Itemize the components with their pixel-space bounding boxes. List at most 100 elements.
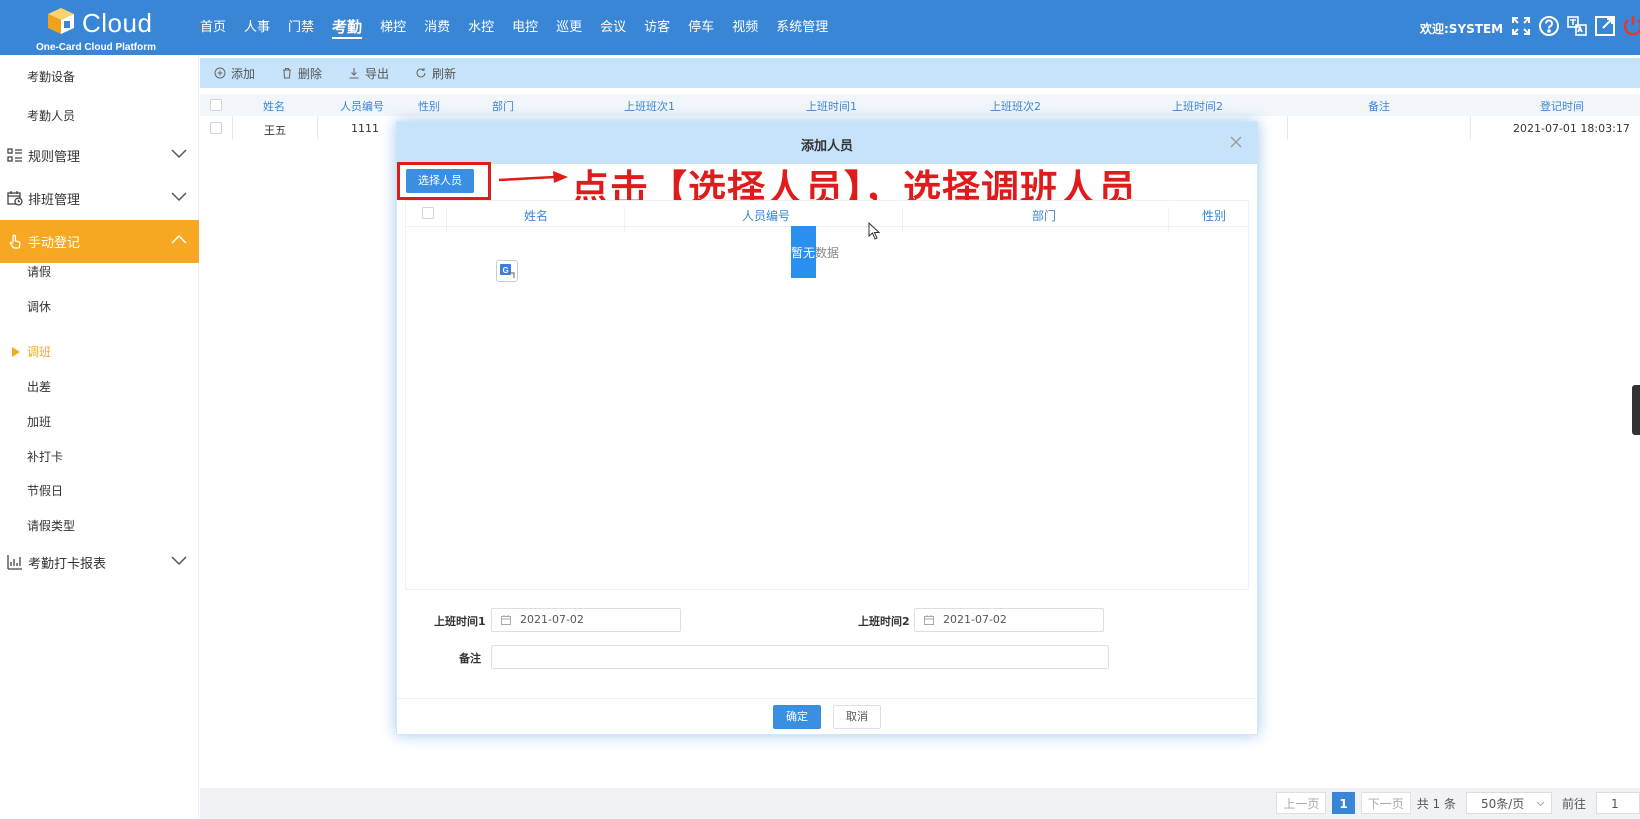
sidebar-group-schedule[interactable]: 排班管理 bbox=[0, 178, 199, 218]
column-header-work-time1[interactable]: 上班时间1 bbox=[806, 98, 857, 114]
sidebar-item-punch-supplement[interactable]: 补打卡 bbox=[27, 448, 63, 465]
work-time2-value: 2021-07-02 bbox=[943, 613, 1007, 626]
work-time1-date-picker[interactable]: 2021-07-02 bbox=[491, 608, 681, 632]
column-header-staff-id[interactable]: 人员编号 bbox=[340, 98, 384, 114]
nav-patrol[interactable]: 巡更 bbox=[556, 0, 582, 55]
column-header-department[interactable]: 部门 bbox=[1032, 207, 1056, 224]
calendar-icon bbox=[924, 615, 934, 625]
page-size-select[interactable]: 50条/页 bbox=[1465, 792, 1552, 814]
sidebar-group-label: 考勤打卡报表 bbox=[28, 556, 107, 572]
annotation-highlight-box bbox=[397, 162, 491, 200]
calendar-icon bbox=[501, 615, 511, 625]
cancel-button[interactable]: 取消 bbox=[833, 705, 881, 729]
bar-chart-icon bbox=[7, 555, 22, 570]
page-number-button[interactable]: 1 bbox=[1332, 792, 1355, 814]
refresh-label: 刷新 bbox=[432, 66, 457, 81]
nav-video[interactable]: 视频 bbox=[732, 0, 758, 55]
cube-logo-icon bbox=[48, 8, 74, 34]
prev-page-button[interactable]: 上一页 bbox=[1276, 792, 1327, 814]
sidebar-item-holiday[interactable]: 节假日 bbox=[27, 482, 63, 499]
chevron-down-icon bbox=[171, 556, 187, 566]
add-staff-dialog: 添加人员 选择人员 点击【选择人员】，选择调班人员 姓名 人员编号 部门 性别 … bbox=[396, 121, 1258, 735]
column-header-work-time2[interactable]: 上班时间2 bbox=[1172, 98, 1223, 114]
column-divider bbox=[317, 116, 318, 140]
close-icon[interactable] bbox=[1229, 135, 1243, 149]
refresh-button[interactable]: 刷新 bbox=[415, 65, 456, 82]
add-button[interactable]: 添加 bbox=[214, 65, 255, 82]
nav-meeting[interactable]: 会议 bbox=[600, 0, 626, 55]
row-register-time: 2021-07-01 18:03:17 bbox=[1513, 122, 1630, 135]
sidebar: 考勤设备 考勤人员 规则管理 排班管理 手动登记 请假 调休 调班 出差 加班 … bbox=[0, 55, 199, 819]
list-icon bbox=[7, 148, 22, 162]
nav-access[interactable]: 门禁 bbox=[288, 0, 314, 55]
mouse-cursor-icon bbox=[868, 222, 880, 240]
sidebar-item-business-trip[interactable]: 出差 bbox=[27, 378, 51, 395]
export-label: 导出 bbox=[365, 66, 390, 81]
add-label: 添加 bbox=[231, 66, 256, 81]
nav-system[interactable]: 系统管理 bbox=[776, 0, 828, 55]
external-link-icon[interactable] bbox=[1594, 15, 1616, 37]
row-checkbox[interactable] bbox=[210, 122, 222, 134]
sidebar-group-manual-register[interactable]: 手动登记 bbox=[0, 220, 199, 263]
goto-page-input[interactable]: 1 bbox=[1596, 792, 1640, 814]
nav-attendance[interactable]: 考勤 bbox=[332, 0, 363, 55]
confirm-button[interactable]: 确定 bbox=[773, 705, 821, 729]
nav-consume[interactable]: 消费 bbox=[424, 0, 450, 55]
nav-power[interactable]: 电控 bbox=[512, 0, 538, 55]
selected-staff-table-header: 姓名 人员编号 部门 性别 bbox=[406, 201, 1248, 233]
welcome-user: 欢迎:SYSTEM bbox=[1420, 22, 1504, 36]
language-icon[interactable] bbox=[1566, 15, 1588, 37]
next-page-button[interactable]: 下一页 bbox=[1360, 792, 1411, 814]
sidebar-item-attendance-staff[interactable]: 考勤人员 bbox=[27, 107, 75, 124]
top-icon-group bbox=[1510, 15, 1640, 37]
nav-visitor[interactable]: 访客 bbox=[644, 0, 670, 55]
select-all-checkbox[interactable] bbox=[210, 99, 222, 111]
column-header-register-time[interactable]: 登记时间 bbox=[1540, 98, 1584, 114]
sidebar-group-rules[interactable]: 规则管理 bbox=[0, 135, 199, 175]
work-time2-label: 上班时间2 bbox=[858, 615, 910, 628]
fullscreen-icon[interactable] bbox=[1510, 15, 1532, 37]
app-logo[interactable]: Cloud One-Card Cloud Platform bbox=[36, 4, 214, 53]
power-icon[interactable] bbox=[1622, 15, 1640, 37]
delete-button[interactable]: 删除 bbox=[281, 65, 322, 82]
remark-input[interactable] bbox=[491, 645, 1109, 669]
nav-elevator[interactable]: 梯控 bbox=[380, 0, 406, 55]
sidebar-item-shift-swap[interactable]: 调班 bbox=[27, 343, 51, 360]
work-time1-label: 上班时间1 bbox=[434, 615, 486, 628]
nav-home[interactable]: 首页 bbox=[200, 0, 226, 55]
sidebar-item-compensatory-leave[interactable]: 调休 bbox=[27, 298, 51, 315]
column-header-gender[interactable]: 性别 bbox=[418, 98, 440, 114]
sidebar-item-leave[interactable]: 请假 bbox=[27, 263, 51, 280]
chevron-down-icon bbox=[171, 149, 187, 159]
sidebar-item-attendance-device[interactable]: 考勤设备 bbox=[27, 68, 75, 85]
translate-icon[interactable]: G bbox=[496, 260, 518, 282]
nav-water[interactable]: 水控 bbox=[468, 0, 494, 55]
column-header-gender[interactable]: 性别 bbox=[1202, 207, 1226, 224]
select-all-checkbox[interactable] bbox=[422, 207, 434, 219]
column-header-shift2[interactable]: 上班班次2 bbox=[990, 98, 1041, 114]
help-icon[interactable] bbox=[1538, 15, 1560, 37]
column-header-staff-id[interactable]: 人员编号 bbox=[742, 207, 790, 224]
column-header-name[interactable]: 姓名 bbox=[263, 98, 285, 114]
logo-wordmark: Cloud bbox=[82, 8, 153, 38]
active-indicator-icon bbox=[12, 347, 20, 357]
sidebar-group-report[interactable]: 考勤打卡报表 bbox=[0, 542, 199, 582]
work-time2-date-picker[interactable]: 2021-07-02 bbox=[914, 608, 1104, 632]
column-header-name[interactable]: 姓名 bbox=[524, 207, 548, 224]
sidebar-item-leave-type[interactable]: 请假类型 bbox=[27, 517, 75, 534]
plus-circle-icon bbox=[214, 67, 226, 79]
column-divider bbox=[446, 207, 447, 233]
empty-state-highlighted: 暂无 bbox=[791, 246, 816, 260]
delete-label: 删除 bbox=[298, 66, 323, 81]
column-header-department[interactable]: 部门 bbox=[492, 98, 514, 114]
column-header-remark[interactable]: 备注 bbox=[1368, 98, 1390, 114]
column-header-shift1[interactable]: 上班班次1 bbox=[624, 98, 675, 114]
nav-parking[interactable]: 停车 bbox=[688, 0, 714, 55]
svg-text:G: G bbox=[503, 266, 509, 275]
sidebar-item-overtime[interactable]: 加班 bbox=[27, 413, 51, 430]
row-name: 王五 bbox=[264, 124, 286, 137]
side-drawer-handle[interactable] bbox=[1632, 385, 1640, 435]
remark-label: 备注 bbox=[459, 652, 481, 665]
export-button[interactable]: 导出 bbox=[348, 65, 389, 82]
nav-hr[interactable]: 人事 bbox=[244, 0, 270, 55]
